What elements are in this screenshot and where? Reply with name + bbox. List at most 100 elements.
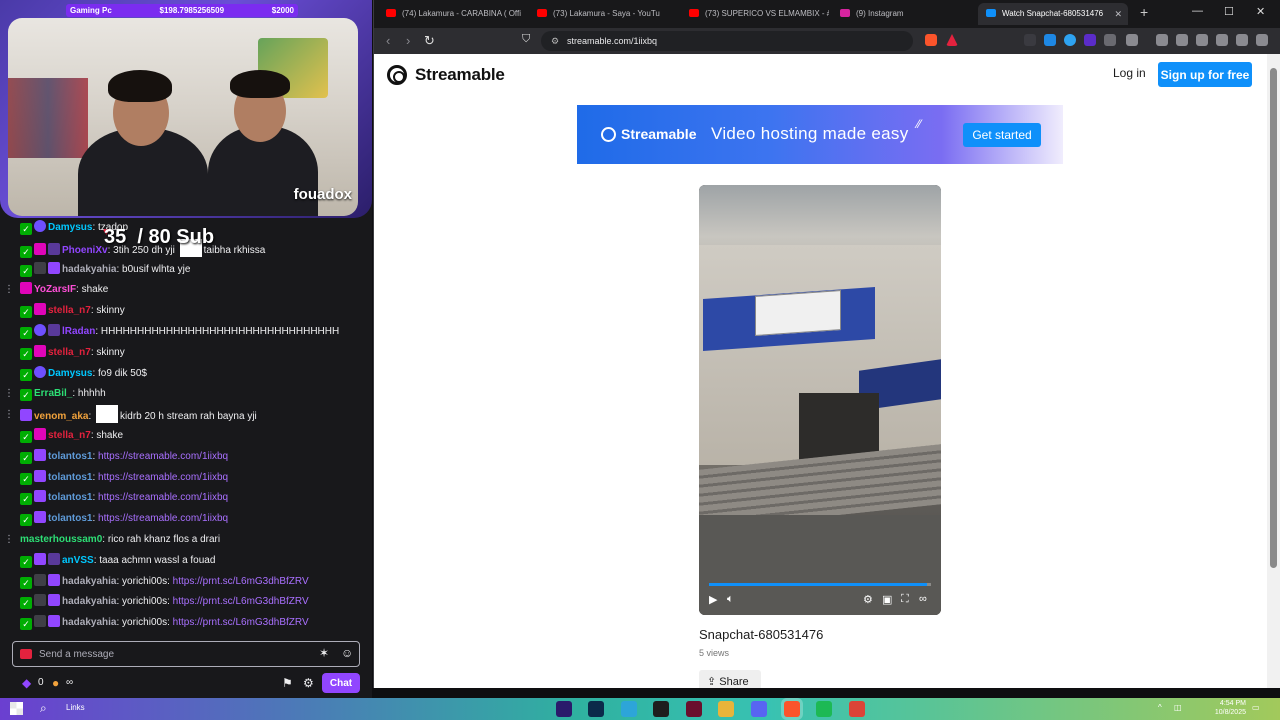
- video-player[interactable]: ▶ 🔈︎ ⚙ ▣ ⛶ ∞: [699, 185, 941, 615]
- gift-badge-icon[interactable]: [34, 552, 46, 565]
- scrollbar-thumb[interactable]: [1270, 68, 1277, 568]
- mod-badge-icon[interactable]: ✓: [20, 597, 32, 610]
- site-info-icon[interactable]: ⚙: [551, 31, 559, 51]
- chat-input[interactable]: [39, 645, 309, 663]
- mod-badge-icon[interactable]: ✓: [20, 472, 32, 485]
- chat-username[interactable]: masterhoussam0: [20, 534, 102, 545]
- gift-badge-icon[interactable]: [20, 409, 32, 422]
- chat-username[interactable]: tolantos1: [48, 513, 92, 524]
- windows-start-icon[interactable]: [10, 702, 23, 715]
- chat-username[interactable]: hadakyahia: [62, 576, 116, 587]
- mod-badge-icon[interactable]: ✓: [20, 493, 32, 506]
- chat-send-button[interactable]: Chat: [322, 673, 360, 693]
- leo-ai-icon[interactable]: [1216, 34, 1228, 46]
- mod-badge-icon[interactable]: ✓: [20, 555, 32, 568]
- affinity-app-icon[interactable]: [686, 701, 702, 717]
- streamable-logo[interactable]: Streamable: [387, 65, 505, 85]
- mod-badge-icon[interactable]: ✓: [20, 223, 32, 235]
- verified-badge-icon[interactable]: [34, 365, 46, 378]
- mod-badge-icon[interactable]: ✓: [20, 514, 32, 527]
- verified-badge-icon[interactable]: [34, 220, 46, 232]
- message-options-icon[interactable]: ⋮: [4, 384, 14, 405]
- brave-rewards-icon[interactable]: [946, 34, 958, 46]
- menu-icon[interactable]: [1256, 34, 1268, 46]
- gift-badge-icon[interactable]: [34, 511, 46, 524]
- sub-badge-icon[interactable]: [34, 615, 46, 628]
- login-button[interactable]: Log in: [1113, 66, 1146, 80]
- network-icon[interactable]: ◫: [1174, 703, 1182, 712]
- party-popper-icon[interactable]: ✶: [319, 646, 329, 660]
- chat-username[interactable]: tolantos1: [48, 492, 92, 503]
- sub-badge-icon[interactable]: [34, 573, 46, 586]
- video-frame[interactable]: [699, 185, 941, 615]
- browser-tab[interactable]: (9) Instagram: [832, 3, 972, 25]
- progress-bar[interactable]: [709, 583, 931, 586]
- chat-username[interactable]: hadakyahia: [62, 617, 116, 628]
- chat-link[interactable]: https://streamable.com/1iixbq: [98, 513, 228, 524]
- bookmark-icon[interactable]: ⛉: [522, 33, 530, 46]
- taskbar-search-label[interactable]: Links: [66, 703, 85, 712]
- notifications-icon[interactable]: ▭: [1252, 703, 1260, 712]
- vip-badge-icon[interactable]: [34, 344, 46, 357]
- vip-badge-icon[interactable]: [34, 427, 46, 440]
- picture-in-picture-icon[interactable]: ▣: [882, 593, 892, 606]
- chat-username[interactable]: venom_aka: [34, 411, 88, 422]
- minimize-icon[interactable]: —: [1192, 5, 1203, 17]
- turbo-badge-icon[interactable]: [48, 323, 60, 336]
- library-icon[interactable]: [1156, 34, 1168, 46]
- gift-badge-icon[interactable]: [48, 615, 60, 628]
- back-icon[interactable]: ‹: [386, 33, 390, 48]
- message-options-icon[interactable]: ⋮: [4, 280, 14, 301]
- chat-input-box[interactable]: ✶ ☺: [12, 641, 360, 667]
- search-icon[interactable]: ⌕: [40, 701, 47, 716]
- mod-badge-icon[interactable]: ✓: [20, 576, 32, 589]
- extension-2-icon[interactable]: [1044, 34, 1056, 46]
- sub-badge-icon[interactable]: [34, 594, 46, 607]
- extension-1-icon[interactable]: [1024, 34, 1036, 46]
- chat-link[interactable]: https://streamable.com/1iixbq: [98, 492, 228, 503]
- extension-3-icon[interactable]: [1064, 34, 1076, 46]
- gift-badge-icon[interactable]: [48, 573, 60, 586]
- photoshop-app-icon[interactable]: [588, 701, 604, 717]
- close-tab-icon[interactable]: ✕: [1114, 3, 1122, 25]
- chat-link[interactable]: https://prnt.sc/L6mG3dhBfZRV: [173, 617, 309, 628]
- get-started-button[interactable]: Get started: [963, 123, 1041, 147]
- vip-badge-icon[interactable]: [20, 282, 32, 295]
- chat-username[interactable]: YoZarsIF: [34, 284, 76, 295]
- address-bar[interactable]: ⚙ streamable.com/1iixbq: [541, 31, 913, 51]
- gift-badge-icon[interactable]: [34, 490, 46, 503]
- page-scrollbar[interactable]: [1267, 54, 1280, 688]
- channel-points-icon[interactable]: ◆: [22, 676, 31, 690]
- browser-tab[interactable]: (73) Lakamura - Saya - YouTu: [529, 3, 677, 25]
- bits-icon[interactable]: ●: [52, 676, 59, 690]
- mod-badge-icon[interactable]: ✓: [20, 389, 32, 402]
- tray-arrow-icon[interactable]: ^: [1158, 703, 1162, 712]
- chat-username[interactable]: Damysus: [48, 222, 92, 233]
- browser-tab[interactable]: Watch Snapchat-680531476 ✕: [978, 3, 1128, 25]
- mod-badge-icon[interactable]: ✓: [20, 347, 32, 360]
- gift-badge-icon[interactable]: [48, 594, 60, 607]
- mod-badge-icon[interactable]: ✓: [20, 245, 32, 258]
- streamable-player-icon[interactable]: ∞: [919, 593, 927, 605]
- gift-badge-icon[interactable]: [34, 469, 46, 482]
- sub-badge-icon[interactable]: [34, 261, 46, 274]
- turbo-badge-icon[interactable]: [48, 552, 60, 565]
- obs-app-icon[interactable]: [653, 701, 669, 717]
- signup-button[interactable]: Sign up for free: [1158, 62, 1252, 87]
- settings-icon[interactable]: ⚙: [863, 593, 873, 606]
- fullscreen-icon[interactable]: ⛶: [901, 593, 909, 606]
- taskbar-clock[interactable]: 4:54 PM 10/8/2025: [1198, 699, 1246, 717]
- mod-badge-icon[interactable]: ✓: [20, 451, 32, 464]
- chat-link[interactable]: https://streamable.com/1iixbq: [98, 451, 228, 462]
- chat-username[interactable]: tolantos1: [48, 472, 92, 483]
- chrome-app-icon[interactable]: [849, 701, 865, 717]
- mod-badge-icon[interactable]: ✓: [20, 264, 32, 277]
- files-app-icon[interactable]: [621, 701, 637, 717]
- brave-shields-icon[interactable]: [925, 34, 937, 46]
- mod-badge-icon[interactable]: ✓: [20, 326, 32, 339]
- chat-username[interactable]: stella_n7: [48, 305, 91, 316]
- chat-link[interactable]: https://prnt.sc/L6mG3dhBfZRV: [173, 596, 309, 607]
- chat-username[interactable]: Damysus: [48, 368, 92, 379]
- mod-badge-icon[interactable]: ✓: [20, 306, 32, 319]
- brave-app-icon[interactable]: [784, 701, 800, 717]
